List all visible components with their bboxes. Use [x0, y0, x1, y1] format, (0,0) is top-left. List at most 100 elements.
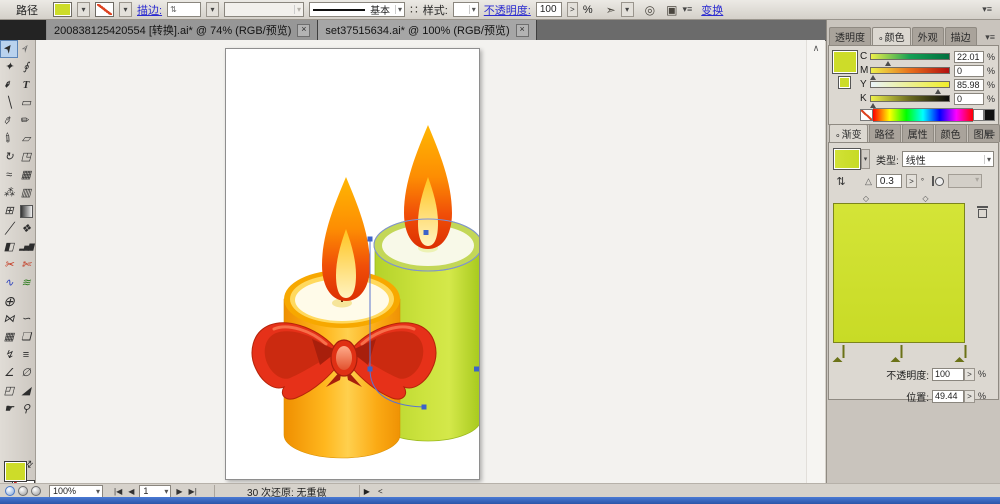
slider-track[interactable] [869, 67, 950, 80]
color-stroke-swatch[interactable] [838, 76, 851, 89]
screen-mode-normal-icon[interactable] [5, 486, 15, 496]
color-panel-menu-icon[interactable] [985, 32, 995, 43]
slider-thumb-icon[interactable] [935, 89, 942, 94]
vertical-scrollbar[interactable]: ∧ [806, 40, 825, 483]
tool-button[interactable] [18, 293, 34, 309]
opacity-field[interactable]: 100 [535, 2, 562, 17]
screen-mode-menu-icon[interactable] [18, 486, 28, 496]
slice-tool[interactable]: ◢ [18, 383, 34, 399]
transform-link[interactable]: 变换 [701, 2, 723, 18]
透明度[interactable]: 透明度 [829, 27, 871, 45]
style-dropdown[interactable] [452, 2, 479, 17]
magic-wand-tool[interactable]: ✦ [1, 59, 17, 75]
align-tool[interactable]: ≡ [18, 347, 34, 363]
scroll-up-icon[interactable]: ∧ [807, 40, 825, 54]
gradient-swatch[interactable] [833, 148, 861, 170]
direct-selection-tool[interactable]: ➢ [18, 41, 34, 57]
free-transform-tool[interactable]: ▦ [18, 167, 34, 183]
gradient-stop[interactable] [954, 345, 967, 362]
warp-tool[interactable]: ≈ [1, 167, 17, 183]
gradient-type-dropdown[interactable]: 线性 [901, 151, 994, 167]
black-swatch[interactable] [984, 108, 995, 121]
gradient-annotator-icon[interactable] [932, 176, 945, 186]
set37515634.ai* @ 100% (RGB/预览)[interactable]: set37515634.ai* @ 100% (RGB/预览) [318, 20, 537, 40]
eraser-tool[interactable]: ▱ [18, 131, 34, 147]
selection-tool[interactable]: ➤ [0, 40, 18, 58]
prev-page-icon[interactable]: ◀ [125, 487, 137, 496]
slider-value-field[interactable]: 0 [953, 92, 984, 105]
外观[interactable]: 外观 [911, 27, 944, 45]
screen-mode-full-icon[interactable] [31, 486, 41, 496]
page-tool[interactable]: ❏ [18, 329, 34, 345]
artboard-tool[interactable]: ◰ [1, 383, 17, 399]
scale-tool[interactable]: ◳ [18, 149, 34, 165]
color-spectrum-bar[interactable] [872, 107, 973, 122]
knife-tool[interactable]: ✄ [18, 257, 34, 273]
slider-track[interactable] [869, 95, 950, 108]
描边[interactable]: 描边 [944, 27, 977, 45]
brush-definition-dropdown[interactable]: 基本 [309, 2, 406, 17]
opacity-stepper-icon[interactable]: > [566, 2, 578, 17]
reverse-gradient-icon[interactable]: ⇅ [833, 175, 849, 188]
close-tab-icon[interactable] [515, 23, 529, 37]
gradient-position-stepper-icon[interactable]: > [963, 389, 975, 403]
rectangle-tool[interactable]: ▭ [18, 95, 34, 111]
scissors-tool[interactable]: ✂ [1, 257, 17, 273]
slider-track[interactable] [869, 53, 950, 66]
color-fill-swatch[interactable] [832, 50, 858, 74]
stroke-color-swatch[interactable] [95, 2, 114, 17]
slider-track[interactable] [869, 81, 950, 94]
slider-thumb-icon[interactable] [869, 75, 876, 80]
gradient-tool[interactable] [18, 203, 34, 219]
zoom-level-dropdown[interactable]: 100% [49, 484, 103, 498]
symbol-sprayer-tool[interactable]: ⁂ [1, 185, 17, 201]
recolor-artwork-icon[interactable]: ∷ [410, 3, 418, 17]
slider-value-field[interactable]: 22.01 [953, 50, 984, 63]
属性[interactable]: 属性 [901, 124, 934, 142]
type-tool[interactable]: T [18, 77, 34, 93]
line-segment-tool[interactable]: ╲ [1, 95, 17, 111]
gradient-angle-field[interactable]: 0.3 [875, 174, 902, 188]
measure-tool[interactable]: ∠ [1, 365, 17, 381]
paintbrush-tool[interactable]: ✑ [1, 113, 17, 129]
rectangular-grid-tool[interactable]: ▦ [1, 329, 17, 345]
eyedropper-tool[interactable]: ╱ [1, 221, 17, 237]
select-similar-dropdown-icon[interactable] [620, 2, 634, 17]
status-collapse-icon[interactable]: < [374, 487, 387, 496]
stroke-dropdown-icon[interactable] [119, 2, 132, 17]
gradient-opacity-field[interactable]: 100 [931, 367, 964, 381]
gradient-stop[interactable] [832, 345, 845, 362]
gradient-swatch-dropdown-icon[interactable] [861, 149, 870, 169]
envelope-distort-tool[interactable]: ⋈ [1, 311, 17, 327]
control-bar-menu-icon[interactable] [982, 4, 992, 15]
smooth-tool[interactable]: ≋ [18, 275, 34, 291]
white-swatch[interactable] [973, 108, 984, 121]
globe-icon[interactable]: ◎ [645, 3, 655, 17]
status-text-field[interactable]: 30 次还原: 无重做 [213, 485, 360, 499]
渐变[interactable]: 渐变 [829, 124, 868, 142]
gradient-panel-menu-icon[interactable] [985, 129, 995, 140]
slider-value-field[interactable]: 85.98 [953, 78, 984, 91]
rotate-tool[interactable]: ↻ [1, 149, 17, 165]
last-page-icon[interactable]: ▶| [186, 487, 200, 496]
颜色[interactable]: 颜色 [872, 27, 911, 45]
gradient-midpoint-icon[interactable]: ◇ [922, 194, 928, 203]
status-menu-icon[interactable]: ▶ [360, 487, 374, 496]
gradient-midpoint-icon[interactable]: ◇ [863, 194, 869, 203]
hand-tool[interactable]: ☛ [1, 401, 17, 417]
select-similar-icon[interactable]: ➣ [606, 3, 616, 17]
slider-value-field[interactable]: 0 [953, 64, 984, 77]
delete-stop-icon[interactable] [977, 206, 988, 218]
gradient-preview[interactable] [833, 203, 965, 343]
angle-stepper-icon[interactable]: > [905, 174, 917, 188]
graph-tool[interactable]: ▥ [18, 185, 34, 201]
scribble-tool[interactable]: ↯ [1, 347, 17, 363]
slider-thumb-icon[interactable] [885, 61, 892, 66]
close-tab-icon[interactable] [297, 23, 311, 37]
stroke-weight-label[interactable]: 描边: [137, 2, 162, 18]
eyedropper-alt-tool[interactable]: ∅ [18, 365, 34, 381]
none-color-swatch[interactable] [859, 108, 873, 121]
opacity-label[interactable]: 不透明度: [484, 2, 531, 18]
fill-swatch[interactable] [4, 461, 27, 482]
pencil-tool[interactable]: ✎ [18, 113, 34, 129]
